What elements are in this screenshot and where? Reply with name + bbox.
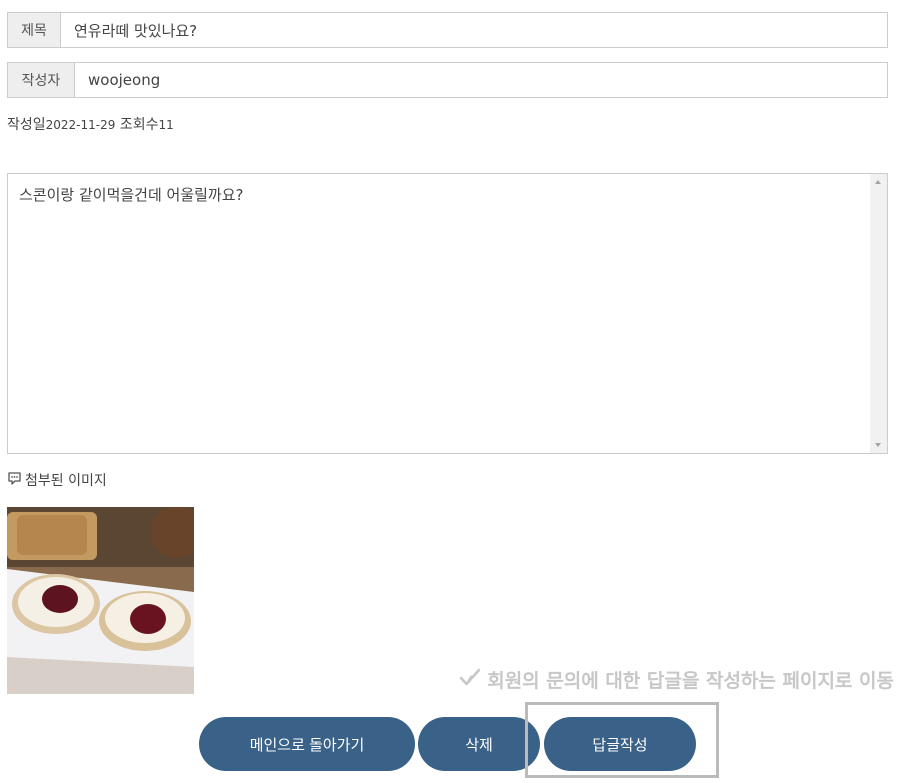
date-label: 작성일: [7, 117, 46, 133]
check-icon: [459, 668, 481, 691]
reply-hint-text: 회원의 문의에 대한 답글을 작성하는 페이지로 이동: [487, 670, 894, 692]
author-label: 작성자: [8, 63, 75, 97]
views-value: 11: [158, 118, 174, 132]
title-field: 제목 연유라떼 맛있나요?: [7, 12, 888, 48]
title-value: 연유라떼 맛있나요?: [61, 13, 887, 47]
content-scrollbar[interactable]: [870, 174, 887, 453]
post-meta: 작성일2022-11-29 조회수11: [7, 114, 174, 134]
attachment-label: 첨부된 이미지: [25, 473, 107, 489]
views-label: 조회수: [119, 117, 159, 133]
scroll-up-icon[interactable]: [875, 180, 881, 184]
title-label: 제목: [8, 13, 61, 47]
content-text: 스콘이랑 같이먹을건데 어울릴까요?: [19, 186, 244, 204]
author-value: woojeong: [75, 63, 887, 97]
content-textarea[interactable]: 스콘이랑 같이먹을건데 어울릴까요?: [7, 173, 888, 454]
author-field: 작성자 woojeong: [7, 62, 888, 98]
delete-button[interactable]: 삭제: [418, 717, 540, 771]
date-value: 2022-11-29: [45, 118, 116, 132]
attachment-heading: 첨부된 이미지: [7, 470, 107, 490]
back-to-main-button[interactable]: 메인으로 돌아가기: [199, 717, 415, 771]
reply-hint: 회원의 문의에 대한 답글을 작성하는 페이지로 이동: [459, 666, 894, 693]
comment-icon: [7, 471, 22, 490]
attached-image: [7, 507, 194, 694]
write-reply-button[interactable]: 답글작성: [544, 717, 696, 771]
scroll-down-icon[interactable]: [875, 443, 881, 447]
